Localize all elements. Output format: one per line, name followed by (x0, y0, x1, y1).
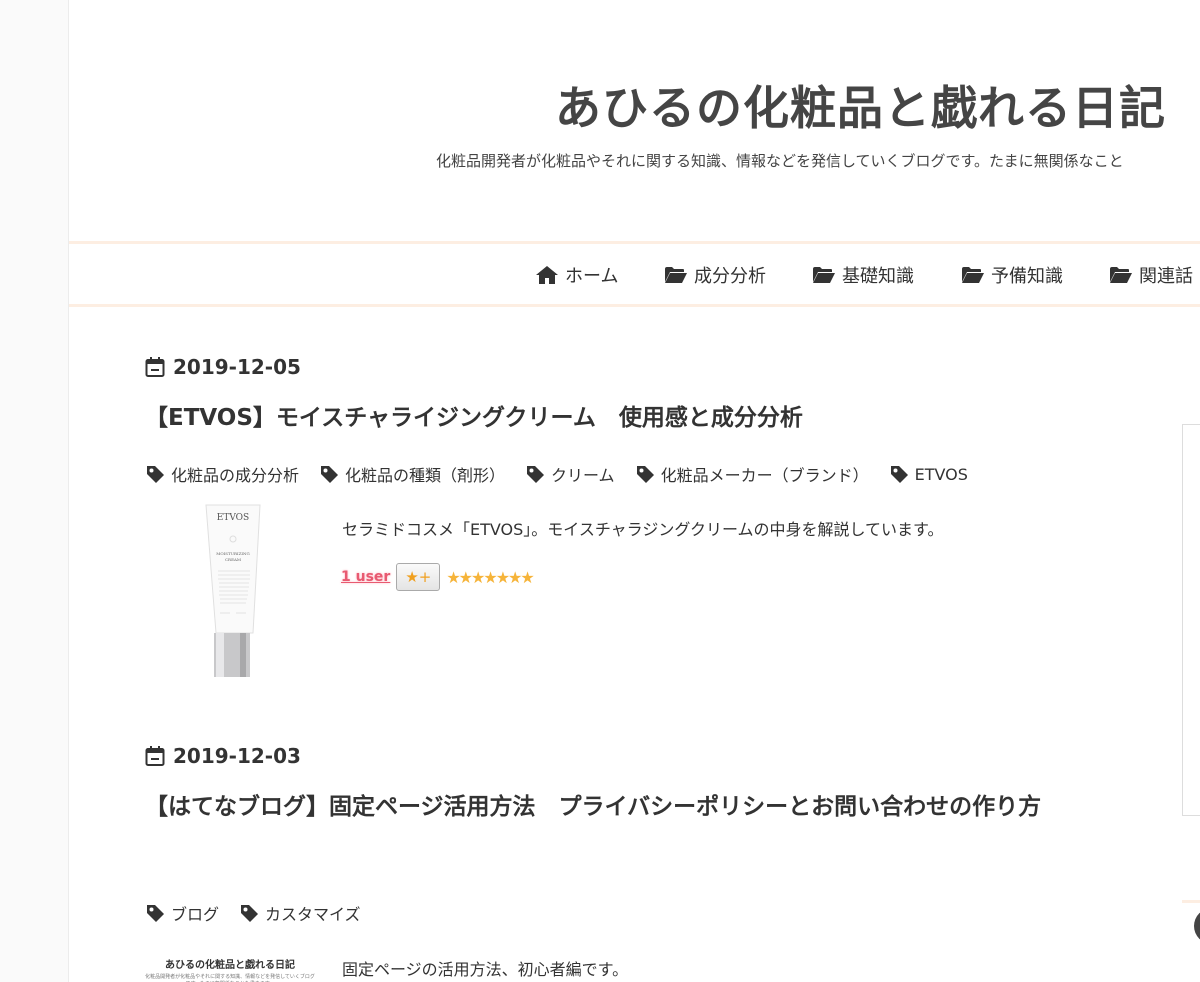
global-nav: ホーム 成分分析 基礎知識 予備知識 関連話 (69, 241, 1200, 307)
entry-date: 2019-12-05 (145, 355, 301, 379)
entry-date-text: 2019-12-03 (173, 744, 301, 768)
site-description: 化粧品開発者が化粧品やそれに関する知識、情報などを発信していくブログです。たまに… (436, 152, 1124, 170)
folder-open-icon (664, 266, 688, 284)
bookmark-bar: 1 user ★+ ★★★★★★★ (341, 563, 535, 591)
nav-label: 予備知識 (991, 266, 1063, 287)
nav-label: ホーム (565, 266, 619, 287)
tag-label: 化粧品の種類（剤形） (345, 466, 506, 485)
thumbnail-title: あひるの化粧品と戯れる日記 (165, 960, 295, 971)
tag-link[interactable]: クリーム (525, 462, 615, 486)
entry-date-text: 2019-12-05 (173, 355, 301, 379)
add-star-button[interactable]: ★+ (396, 563, 441, 591)
entry-tags: 化粧品の成分分析 化粧品の種類（剤形） クリーム 化粧品メーカー（ブランド） E… (145, 462, 988, 486)
thumbnail-desc: 化粧品開発者が化粧品やそれに関する知識、情報などを発信していくブログです。たまに… (145, 974, 315, 982)
tag-icon (239, 903, 259, 923)
left-gutter (0, 0, 69, 982)
nav-item-seibun[interactable]: 成分分析 (664, 262, 766, 288)
tag-label: ETVOS (914, 464, 968, 484)
tag-icon (145, 903, 165, 923)
tag-link[interactable]: ブログ (145, 901, 219, 925)
entry-summary: セラミドコスメ「ETVOS」。モイスチャラジングクリームの中身を解説しています。 (342, 520, 944, 539)
thumbnail-sub: MOISTURIZING (216, 551, 249, 556)
tag-label: カスタマイズ (265, 905, 361, 924)
nav-label: 成分分析 (694, 266, 766, 287)
folder-open-icon (812, 266, 836, 284)
site-title[interactable]: あひるの化粧品と戯れる日記 (555, 72, 1166, 138)
entry-summary: 固定ページの活用方法、初心者編です。 (342, 960, 629, 979)
tag-icon (145, 464, 165, 484)
folder-open-icon (961, 266, 985, 284)
nav-item-kanren[interactable]: 関連話 (1109, 262, 1193, 288)
calendar-icon (145, 745, 165, 767)
entry-title[interactable]: 【ETVOS】モイスチャライジングクリーム 使用感と成分分析 (145, 393, 1045, 443)
nav-label: 関連話 (1139, 266, 1193, 287)
calendar-icon (145, 356, 165, 378)
tag-label: クリーム (551, 466, 615, 485)
nav-item-yobi[interactable]: 予備知識 (961, 262, 1063, 288)
tag-label: 化粧品メーカー（ブランド） (660, 466, 869, 485)
entry-thumbnail[interactable]: あひるの化粧品と戯れる日記 化粧品開発者が化粧品やそれに関する知識、情報などを発… (145, 952, 315, 982)
star-list: ★★★★★★★ (446, 567, 534, 587)
entry-title[interactable]: 【はてなブログ】固定ページ活用方法 プライバシーポリシーとお問い合わせの作り方 (145, 782, 1045, 832)
entry-date: 2019-12-03 (145, 744, 301, 768)
tag-icon (889, 464, 909, 484)
tag-label: 化粧品の成分分析 (171, 466, 300, 485)
tag-label: ブログ (171, 905, 220, 924)
nav-item-kiso[interactable]: 基礎知識 (812, 262, 914, 288)
home-icon (535, 265, 559, 285)
scroll-top-button[interactable] (1194, 908, 1200, 944)
tag-link[interactable]: ETVOS (889, 464, 968, 484)
thumbnail-brand: ETVOS (217, 513, 249, 523)
sidebar-divider (1182, 900, 1200, 903)
tag-link[interactable]: 化粧品の成分分析 (145, 462, 299, 486)
tag-link[interactable]: 化粧品の種類（剤形） (319, 462, 505, 486)
entry-tags: ブログ カスタマイズ (145, 901, 381, 925)
tag-link[interactable]: カスタマイズ (239, 901, 361, 925)
sidebar-widget (1182, 424, 1200, 816)
tag-icon (635, 464, 655, 484)
folder-open-icon (1109, 266, 1133, 284)
tag-icon (525, 464, 545, 484)
tag-link[interactable]: 化粧品メーカー（ブランド） (635, 462, 869, 486)
bookmark-users-link[interactable]: 1 user (341, 569, 390, 585)
tag-icon (319, 464, 339, 484)
entry-thumbnail[interactable]: ETVOS MOISTURIZING CREAM (188, 503, 288, 678)
thumbnail-product: CREAM (225, 557, 241, 562)
nav-item-home[interactable]: ホーム (535, 262, 618, 288)
nav-label: 基礎知識 (842, 266, 914, 287)
